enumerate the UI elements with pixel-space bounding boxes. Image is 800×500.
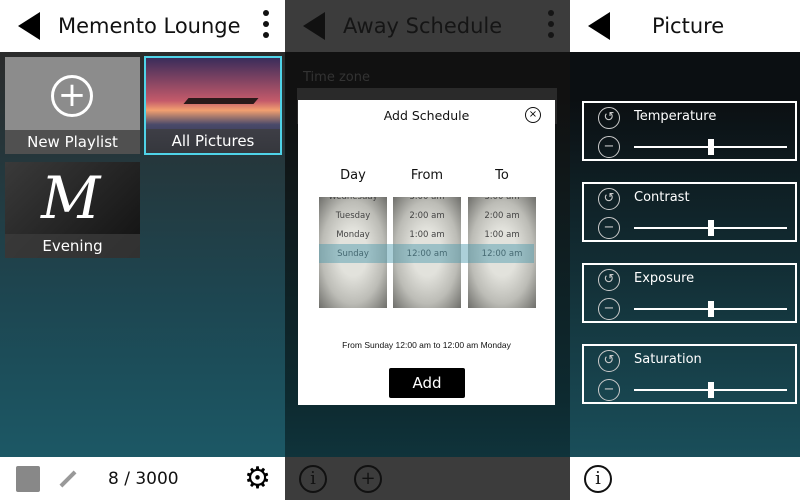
header: Away Schedule — [285, 0, 570, 52]
reset-icon[interactable]: ↺ — [598, 107, 620, 129]
close-icon[interactable]: × — [525, 107, 541, 123]
tile-label: All Pictures — [146, 129, 280, 153]
footer: 8 / 3000 ⚙ — [0, 457, 285, 500]
minus-icon[interactable]: − — [598, 136, 620, 158]
control-exposure: ↺ Exposure − — [582, 263, 797, 323]
new-playlist-tile[interactable]: + New Playlist — [5, 57, 140, 154]
add-button[interactable]: Add — [389, 368, 465, 398]
header: Picture — [570, 0, 800, 52]
slider-handle[interactable] — [707, 382, 714, 398]
column-day: Day — [340, 168, 366, 183]
footer: i + — [285, 457, 570, 500]
control-temperature: ↺ Temperature − — [582, 101, 797, 161]
m-logo-icon: M — [41, 164, 101, 232]
pier-image — [183, 98, 259, 104]
header: Memento Lounge — [0, 0, 285, 52]
reset-icon[interactable]: ↺ — [598, 188, 620, 210]
slider[interactable] — [634, 382, 787, 398]
page-title: Away Schedule — [343, 14, 503, 38]
item-count: 8 / 3000 — [108, 468, 179, 489]
picture-panel: Picture ↺ Temperature − ↺ Contrast − ↺ E… — [570, 0, 800, 500]
gear-icon[interactable]: ⚙ — [244, 461, 271, 496]
info-icon[interactable]: i — [584, 464, 612, 493]
edit-icon[interactable] — [59, 470, 77, 487]
slider[interactable] — [634, 139, 787, 155]
page-title: Picture — [652, 14, 725, 38]
control-label: Saturation — [634, 352, 702, 367]
slider-handle[interactable] — [707, 220, 714, 236]
info-icon[interactable]: i — [299, 464, 327, 493]
slider[interactable] — [634, 301, 787, 317]
slider[interactable] — [634, 220, 787, 236]
tile-label: Evening — [5, 234, 140, 258]
selection-highlight — [319, 244, 534, 263]
playlist-panel: Memento Lounge + New Playlist All Pictur… — [0, 0, 285, 500]
footer: i — [570, 457, 800, 500]
timezone-label: Time zone — [303, 70, 370, 85]
control-saturation: ↺ Saturation − — [582, 344, 797, 404]
back-icon[interactable] — [18, 12, 40, 40]
column-from: From — [410, 168, 444, 183]
column-to: To — [495, 168, 509, 183]
minus-icon[interactable]: − — [598, 298, 620, 320]
tile-label: New Playlist — [5, 130, 140, 154]
dialog-title: Add Schedule — [383, 108, 470, 123]
slider-handle[interactable] — [707, 139, 714, 155]
minus-icon[interactable]: − — [598, 379, 620, 401]
schedule-summary: From Sunday 12:00 am to 12:00 am Monday — [342, 340, 511, 350]
reset-icon[interactable]: ↺ — [598, 350, 620, 372]
plus-icon: + — [51, 75, 93, 117]
back-icon[interactable] — [303, 12, 325, 40]
schedule-panel: Away Schedule Time zone Add Schedule × D… — [285, 0, 570, 500]
back-icon[interactable] — [588, 12, 610, 40]
more-icon[interactable] — [263, 10, 269, 43]
slider-handle[interactable] — [707, 301, 714, 317]
add-icon[interactable]: + — [354, 464, 382, 493]
trash-icon[interactable] — [16, 465, 40, 492]
all-pictures-tile[interactable]: All Pictures — [144, 56, 282, 155]
evening-tile[interactable]: M Evening — [5, 162, 140, 258]
minus-icon[interactable]: − — [598, 217, 620, 239]
reset-icon[interactable]: ↺ — [598, 269, 620, 291]
control-contrast: ↺ Contrast − — [582, 182, 797, 242]
add-schedule-dialog: Add Schedule × Day From To Wednesday Tues… — [298, 100, 555, 405]
page-title: Memento Lounge — [58, 14, 241, 38]
control-label: Exposure — [634, 271, 695, 286]
control-label: Temperature — [634, 109, 717, 124]
more-icon[interactable] — [548, 10, 554, 43]
control-label: Contrast — [634, 190, 690, 205]
